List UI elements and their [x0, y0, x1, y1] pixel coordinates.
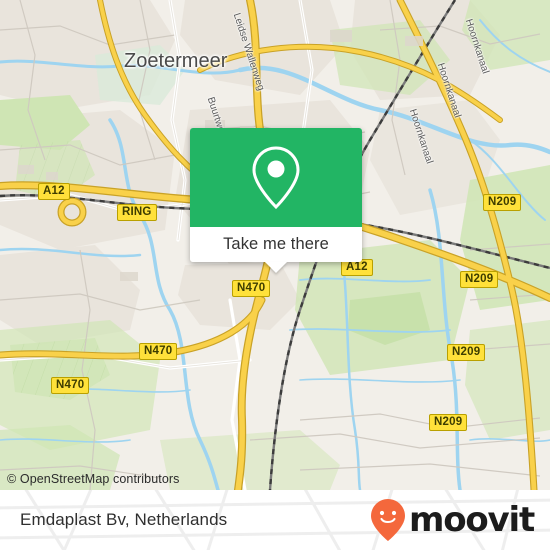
moovit-wordmark: moovit — [408, 500, 535, 540]
popup-action-panel[interactable]: Take me there — [190, 227, 362, 273]
road-shield-n470-mid: N470 — [139, 343, 178, 360]
moovit-logo[interactable]: moovit — [369, 498, 535, 542]
location-title: Emdaplast Bv, Netherlands — [20, 510, 228, 529]
map-screenshot-page: Zoetermeer Leidse Wallenweg Buurtweg Hoo… — [0, 0, 550, 550]
road-shield-n209-bottom: N209 — [429, 414, 468, 431]
place-label-zoetermeer: Zoetermeer — [124, 50, 228, 72]
footer-bar: Emdaplast Bv, Netherlands moovit — [0, 490, 550, 550]
map-pin-icon — [252, 145, 300, 209]
road-shield-ring: RING — [117, 204, 157, 221]
take-me-there-label: Take me there — [223, 235, 329, 253]
popup-pointer — [265, 262, 287, 273]
road-shield-n470-south: N470 — [51, 377, 90, 394]
map-canvas[interactable]: Zoetermeer Leidse Wallenweg Buurtweg Hoo… — [0, 0, 550, 490]
road-shield-a12-west: A12 — [38, 183, 70, 200]
road-shield-n470-north: N470 — [232, 280, 271, 297]
map-attribution[interactable]: © OpenStreetMap contributors — [7, 472, 180, 486]
road-shield-n209-mid: N209 — [460, 271, 499, 288]
road-shield-n209-south: N209 — [447, 344, 486, 361]
moovit-smiley-pin-icon — [370, 499, 405, 541]
popup-pin-panel — [190, 128, 362, 227]
road-shield-n209-north: N209 — [483, 194, 522, 211]
location-popup-card[interactable]: Take me there — [190, 128, 362, 273]
